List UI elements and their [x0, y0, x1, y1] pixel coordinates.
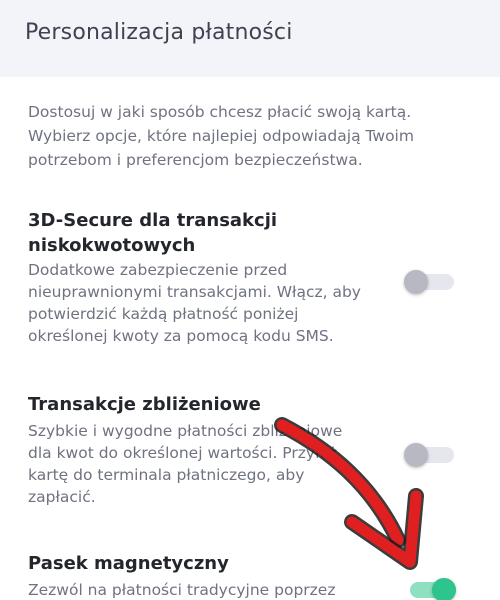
setting-magstripe-description: Zezwól na płatności tradycyjne poprzez: [28, 581, 336, 599]
toggle-knob: [432, 578, 456, 600]
toggle-knob: [404, 443, 428, 467]
setting-contactless-description: Szybkie i wygodne płatności zbliżeniowe …: [28, 422, 343, 506]
page-title: Personalizacja płatności: [25, 20, 293, 45]
setting-magstripe-toggle[interactable]: [406, 578, 456, 600]
setting-contactless-title: Transakcje zbliżeniowe: [28, 394, 261, 415]
setting-3ds-toggle[interactable]: [404, 270, 454, 294]
setting-3ds-description: Dodatkowe zabezpieczenie przed nieuprawn…: [28, 261, 361, 345]
page-header: Personalizacja płatności: [0, 0, 500, 77]
setting-contactless-toggle[interactable]: [404, 443, 454, 467]
setting-3ds-title: 3D-Secure dla transakcji niskokwotowych: [28, 210, 278, 256]
setting-magstripe-title: Pasek magnetyczny: [28, 553, 229, 574]
toggle-knob: [404, 270, 428, 294]
intro-text: Dostosuj w jaki sposób chcesz płacić swo…: [28, 103, 414, 169]
